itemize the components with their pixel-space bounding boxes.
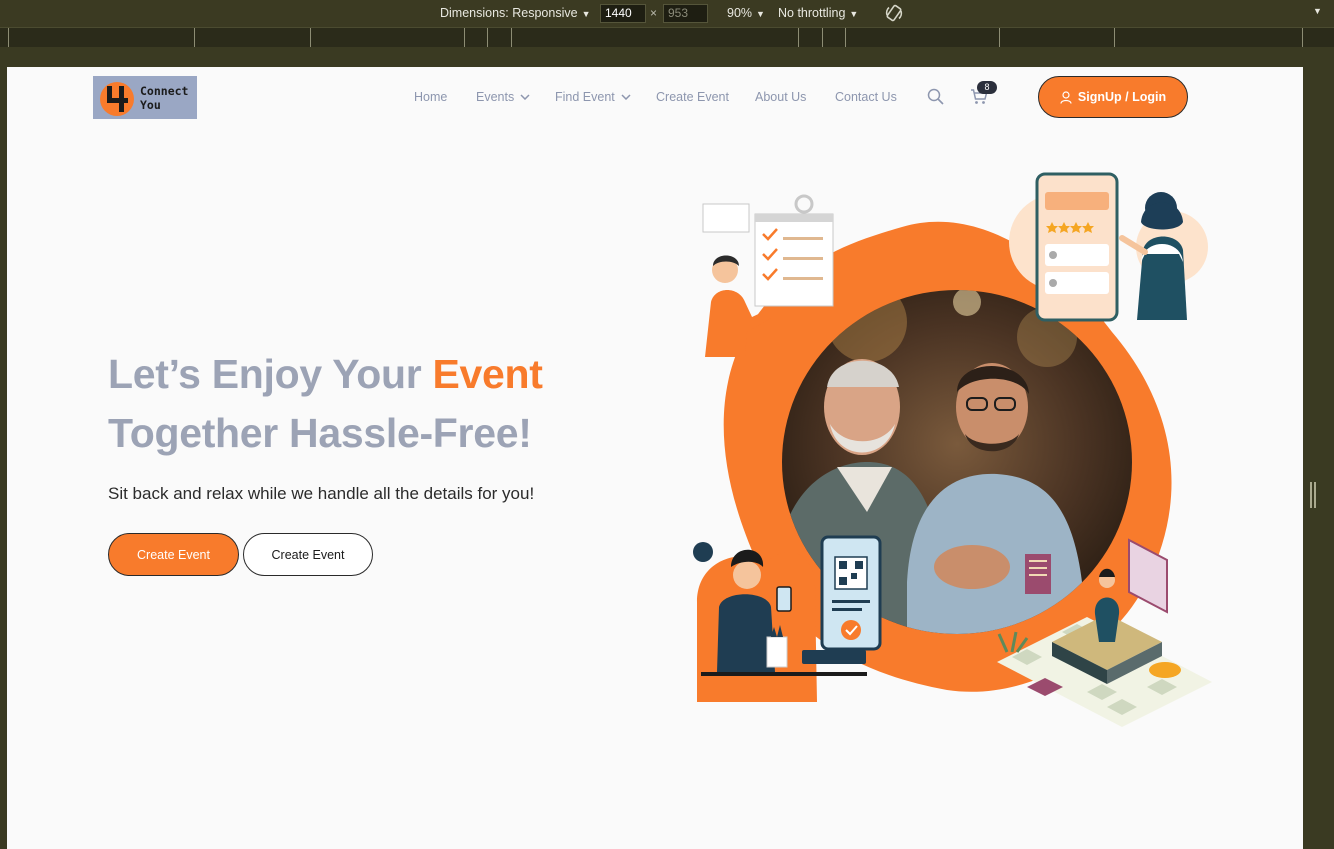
signup-login-button[interactable]: SignUp / Login — [1038, 76, 1188, 118]
caret-down-icon: ▼ — [581, 9, 591, 19]
nav-home[interactable]: Home — [414, 90, 447, 104]
logo-line-2: You — [140, 98, 161, 112]
throttling-label: No throttling — [778, 6, 846, 20]
nav-find-event-label: Find Event — [555, 90, 615, 104]
dimensions-label: Dimensions: Responsive — [440, 6, 578, 20]
chevron-down-icon — [520, 94, 530, 100]
logo-mark-icon — [100, 81, 134, 116]
create-event-primary-button[interactable]: Create Event — [108, 533, 239, 576]
logo-text: Connect You — [140, 84, 188, 112]
hero-title-part-1: Let’s Enjoy Your — [108, 351, 433, 397]
logo-line-1: Connect — [140, 84, 189, 98]
nav-find-event[interactable]: Find Event — [555, 90, 631, 104]
throttling-dropdown[interactable]: No throttling ▼ — [778, 6, 858, 20]
nav-create-event[interactable]: Create Event — [656, 90, 729, 104]
chevron-down-icon — [621, 94, 631, 100]
dimension-separator: × — [650, 6, 658, 20]
resize-handle[interactable] — [1310, 482, 1316, 508]
nav-about-us-label: About Us — [755, 90, 807, 104]
hero-title-accent: Event — [432, 351, 543, 397]
page-viewport: Connect You Home Events Find Event Creat… — [7, 67, 1303, 849]
nav-create-event-label: Create Event — [656, 90, 729, 104]
nav-contact-us-label: Contact Us — [835, 90, 897, 104]
review-phone-figure — [1009, 172, 1208, 322]
qr-payment-figure — [693, 535, 882, 702]
caret-down-icon: ▼ — [756, 9, 765, 19]
viewport-gutter — [0, 47, 1334, 67]
signup-login-label: SignUp / Login — [1077, 90, 1167, 104]
hero-title: Let’s Enjoy Your Event Together Hassle-F… — [108, 345, 628, 463]
media-query-ruler — [0, 27, 1334, 48]
nav-contact-us[interactable]: Contact Us — [835, 90, 897, 104]
rotate-icon[interactable] — [884, 3, 904, 23]
zoom-label: 90% — [727, 6, 753, 20]
hero-illustration — [693, 172, 1212, 727]
nav-events[interactable]: Events — [476, 90, 530, 104]
search-icon[interactable] — [927, 88, 944, 105]
nav-events-label: Events — [476, 90, 515, 104]
dimensions-dropdown[interactable]: Dimensions: Responsive ▼ — [440, 6, 590, 20]
width-input[interactable]: 1440 — [600, 4, 646, 23]
hero-title-part-2: Together Hassle-Free! — [108, 410, 532, 456]
user-icon — [1060, 90, 1072, 104]
site-logo[interactable]: Connect You — [93, 76, 197, 119]
height-input[interactable]: 953 — [663, 4, 708, 23]
hero-subtitle: Sit back and relax while we handle all t… — [108, 484, 535, 503]
nav-about-us[interactable]: About Us — [755, 90, 806, 104]
more-options-icon[interactable]: ▼ — [1313, 6, 1322, 16]
create-event-secondary-button[interactable]: Create Event — [243, 533, 373, 576]
cart-count-badge: 8 — [977, 81, 997, 94]
nav-home-label: Home — [414, 90, 448, 104]
devtools-toolbar: Dimensions: Responsive ▼ 1440 × 953 90% ▼ … — [0, 0, 1334, 28]
zoom-dropdown[interactable]: 90% ▼ — [727, 6, 765, 20]
caret-down-icon: ▼ — [849, 9, 859, 19]
